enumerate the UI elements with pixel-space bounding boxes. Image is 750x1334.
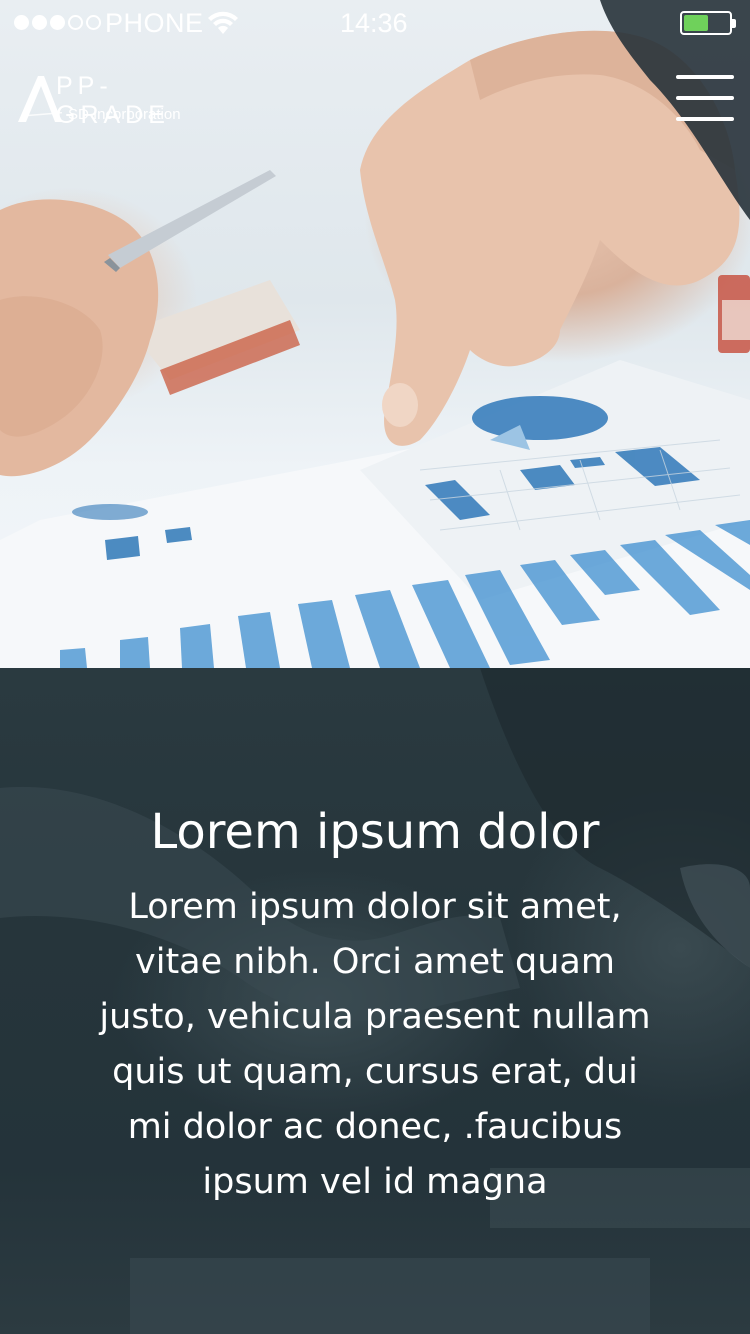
app-logo[interactable]: PP-GRADE SD Incorporation bbox=[18, 70, 218, 130]
battery-icon bbox=[680, 11, 736, 35]
content-title: Lorem ipsum dolor bbox=[150, 804, 600, 860]
logo-subtitle: SD Incorporation bbox=[68, 106, 181, 123]
signal-dot bbox=[14, 15, 29, 30]
signal-dot bbox=[68, 15, 83, 30]
signal-dot bbox=[50, 15, 65, 30]
signal-dot bbox=[32, 15, 47, 30]
signal-strength-icon bbox=[14, 15, 101, 33]
clock: 14:36 bbox=[340, 8, 408, 38]
wifi-icon bbox=[208, 11, 238, 34]
battery-level bbox=[684, 15, 708, 31]
content-section: Lorem ipsum dolor Lorem ipsum dolor sit … bbox=[0, 668, 750, 1334]
menu-line bbox=[676, 96, 734, 100]
status-bar: PHONE 14:36 bbox=[0, 0, 750, 48]
hamburger-menu-icon[interactable] bbox=[676, 72, 736, 124]
content-body: Lorem ipsum dolor sit amet, vitae nibh. … bbox=[99, 887, 651, 1202]
menu-line bbox=[676, 75, 734, 79]
signal-dot bbox=[86, 15, 101, 30]
menu-line bbox=[676, 117, 734, 121]
carrier-name: PHONE bbox=[105, 8, 204, 38]
